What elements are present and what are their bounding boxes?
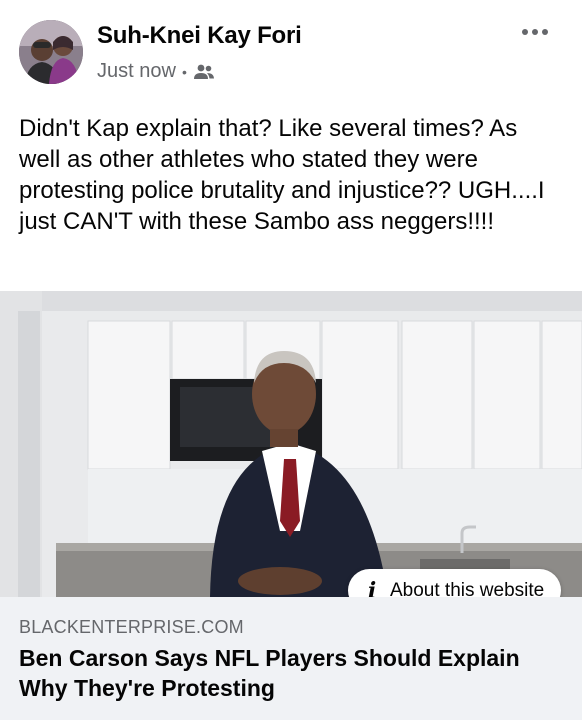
link-title[interactable]: Ben Carson Says NFL Players Should Expla…	[19, 643, 564, 703]
link-preview-image[interactable]	[0, 291, 582, 597]
meta-separator: •	[181, 63, 187, 80]
more-horizontal-icon[interactable]	[522, 22, 552, 42]
friends-icon[interactable]	[193, 63, 215, 81]
post-meta: Just now •	[97, 60, 215, 83]
post-timestamp[interactable]: Just now	[97, 60, 176, 83]
link-preview-card[interactable]: BLACKENTERPRISE.COM Ben Carson Says NFL …	[0, 597, 582, 720]
link-domain: BLACKENTERPRISE.COM	[19, 617, 244, 637]
post-header: Suh-Knei Kay Fori Just now •	[0, 0, 582, 100]
post-text: Didn't Kap explain that? Like several ti…	[19, 115, 545, 235]
author-name[interactable]: Suh-Knei Kay Fori	[97, 22, 302, 50]
author-avatar[interactable]	[19, 20, 83, 84]
